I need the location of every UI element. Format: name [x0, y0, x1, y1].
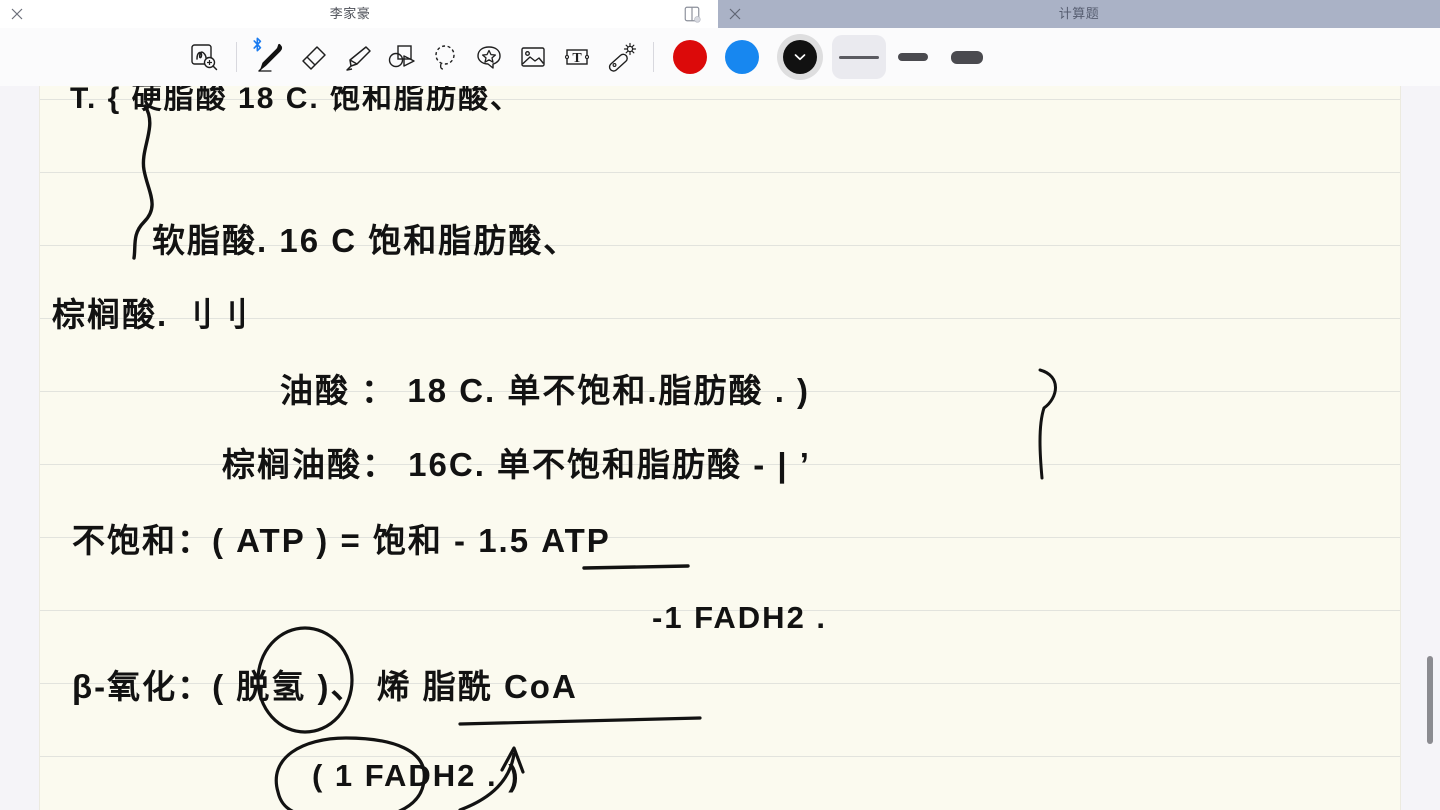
- thin-bar: [839, 55, 879, 59]
- shapes-icon: [388, 45, 415, 68]
- pen-tool[interactable]: [247, 35, 291, 79]
- notebook-paper[interactable]: T. { 硬脂酸 18 C. 饱和脂肪酸、 软脂酸. 16 C 饱和脂肪酸、 棕…: [40, 86, 1400, 810]
- bluetooth-icon: [252, 37, 263, 52]
- blue-circle: [725, 40, 759, 74]
- black-circle: [783, 40, 817, 74]
- hw-line-1: T. { 硬脂酸 18 C. 饱和脂肪酸、: [70, 86, 522, 115]
- ruled-line: [40, 391, 1400, 392]
- close-icon: [11, 8, 23, 20]
- underline-1-5-atp: [582, 564, 690, 570]
- tab-title-left: 李家豪: [329, 6, 371, 21]
- ruled-line: [40, 245, 1400, 246]
- bluetooth-glyph: [253, 37, 262, 52]
- handwriting-ink-layer: T. { 硬脂酸 18 C. 饱和脂肪酸、 软脂酸. 16 C 饱和脂肪酸、 棕…: [52, 86, 1057, 810]
- medium-bar: [898, 53, 928, 61]
- notebook-app-window: 李家豪 计算题 T T. {硬脂酸 18 C. 饱和脂肪酸、 软脂酸. 16 …: [0, 0, 1440, 810]
- lasso-icon: [435, 45, 455, 70]
- eraser-tool[interactable]: [291, 35, 335, 79]
- thick-bar: [951, 50, 983, 64]
- hw-line-6: 不饱和：( ATP ) = 饱和 - 1.5 ATP: [72, 522, 611, 559]
- scrollbar-thumb[interactable]: [1427, 656, 1433, 744]
- text-box-tool[interactable]: T: [555, 35, 599, 79]
- tab-note-jisuanti[interactable]: 计算题: [718, 0, 1440, 28]
- highlighter-tool[interactable]: [335, 35, 379, 79]
- toolbar-divider: [236, 42, 237, 72]
- hw-line-8: β-氧化：( 脱氢 )、 烯 脂酰 CoA: [72, 668, 578, 705]
- split-view-icon: [684, 6, 701, 23]
- bracket-right: [1038, 368, 1057, 480]
- note-canvas-area[interactable]: T. { 硬脂酸 18 C. 饱和脂肪酸、 软脂酸. 16 C 饱和脂肪酸、 棕…: [0, 86, 1440, 810]
- brace-mark: [132, 104, 154, 260]
- magic-wand-tool[interactable]: [599, 35, 643, 79]
- shapes-tool[interactable]: [379, 35, 423, 79]
- ruled-line: [40, 318, 1400, 319]
- ruled-line: [40, 537, 1400, 538]
- insert-image-tool[interactable]: [511, 35, 555, 79]
- tab-title-right: 计算题: [1058, 6, 1100, 21]
- highlighter-icon: [346, 46, 371, 71]
- handwriting-zoom-tool[interactable]: [182, 35, 226, 79]
- close-tab-left-button[interactable]: [0, 0, 34, 28]
- stroke-width-medium[interactable]: [886, 35, 940, 79]
- magic-wand-icon: [608, 42, 637, 72]
- chevron-down-glyph: [794, 54, 806, 61]
- svg-text:T: T: [572, 51, 582, 66]
- close-icon: [729, 8, 741, 20]
- toolbar-divider-colors: [653, 42, 654, 72]
- drawing-toolbar: T: [0, 28, 1440, 87]
- split-view-button[interactable]: [666, 0, 718, 28]
- ruled-line: [40, 172, 1400, 173]
- ruled-line: [40, 683, 1400, 684]
- circle-tuoqing: [256, 626, 354, 734]
- ruled-line: [40, 756, 1400, 757]
- color-swatch-black[interactable]: [768, 35, 832, 79]
- sticker-tool[interactable]: [467, 35, 511, 79]
- hw-line-9: ( 1 FADH2 . ): [312, 758, 521, 793]
- color-swatch-blue[interactable]: [716, 35, 768, 79]
- eraser-icon: [302, 46, 326, 70]
- image-icon: [521, 47, 545, 67]
- color-swatch-red[interactable]: [664, 35, 716, 79]
- ruled-line: [40, 99, 1400, 100]
- title-bar: 李家豪 计算题: [0, 0, 1440, 28]
- close-tab-right-button[interactable]: [718, 0, 752, 28]
- circle-fadh2: [274, 736, 426, 810]
- arrow-head: [500, 746, 525, 774]
- chevron-down-icon: [783, 40, 817, 74]
- text-box-icon: T: [564, 49, 590, 66]
- stroke-width-thin[interactable]: [832, 35, 886, 79]
- handwriting-zoom-icon: [191, 44, 218, 71]
- sticker-icon: [477, 46, 501, 69]
- hw-line-3: 棕榈酸. 刂刂: [52, 296, 249, 333]
- ruled-line: [40, 610, 1400, 611]
- stroke-width-thick[interactable]: [940, 35, 994, 79]
- lasso-select-tool[interactable]: [423, 35, 467, 79]
- hw-line-2: 软脂酸. 16 C 饱和脂肪酸、: [152, 222, 578, 259]
- red-circle: [673, 40, 707, 74]
- hw-line-7: -1 FADH2 .: [652, 600, 827, 635]
- vertical-scrollbar[interactable]: [1424, 86, 1436, 810]
- underline-enzyme-coa: [458, 716, 702, 726]
- tab-note-lijiahao[interactable]: 李家豪: [0, 0, 718, 28]
- ruled-line: [40, 464, 1400, 465]
- arrow-up: [458, 752, 516, 810]
